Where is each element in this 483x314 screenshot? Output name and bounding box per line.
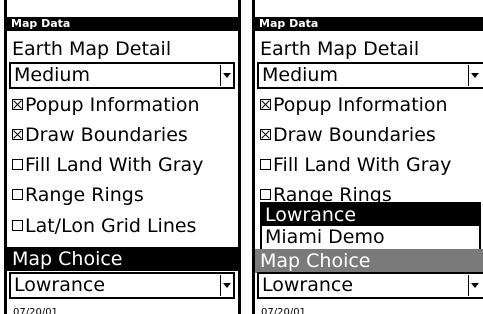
option-fill-land-with-gray[interactable]: Fill Land With Gray xyxy=(255,152,483,178)
option-label: Lat/Lon Grid Lines xyxy=(25,215,197,237)
checkbox-checked-icon[interactable] xyxy=(12,128,23,140)
map-choice-dropdown[interactable]: Lowrance xyxy=(9,272,235,299)
option-label: Draw Boundaries xyxy=(25,124,188,146)
chevron-down-icon[interactable] xyxy=(468,65,481,86)
option-draw-boundaries[interactable]: Draw Boundaries xyxy=(7,122,238,148)
option-range-rings[interactable]: Range Rings xyxy=(7,182,238,208)
option-label: Range Rings xyxy=(25,184,144,206)
chevron-down-icon[interactable] xyxy=(220,275,233,296)
option-draw-boundaries[interactable]: Draw Boundaries xyxy=(255,122,483,148)
earth-map-detail-value: Medium xyxy=(14,64,90,86)
option-label: Fill Land With Gray xyxy=(25,154,204,176)
map-choice-value: Lowrance xyxy=(14,274,106,296)
map-choice-dropdown[interactable]: Lowrance xyxy=(257,272,483,299)
option-popup-information[interactable]: Popup Information xyxy=(255,92,483,118)
chevron-down-icon[interactable] xyxy=(220,65,233,86)
option-label: Fill Land With Gray xyxy=(273,154,452,176)
map-choice-value: Lowrance xyxy=(262,274,354,296)
popup-option-lowrance[interactable]: Lowrance xyxy=(262,204,479,226)
checkbox-unchecked-icon[interactable] xyxy=(260,158,271,170)
map-choice-label[interactable]: Map Choice xyxy=(255,249,483,273)
window-title: Map Data xyxy=(255,17,483,31)
checkbox-unchecked-icon[interactable] xyxy=(12,158,23,170)
checkbox-checked-icon[interactable] xyxy=(12,98,23,110)
chevron-down-icon[interactable] xyxy=(468,275,481,296)
earth-map-detail-dropdown[interactable]: Medium xyxy=(9,62,235,89)
map-choice-label[interactable]: Map Choice xyxy=(7,247,238,271)
earth-map-detail-dropdown[interactable]: Medium xyxy=(257,62,483,89)
checkbox-unchecked-icon[interactable] xyxy=(260,188,271,200)
option-label: Draw Boundaries xyxy=(273,124,436,146)
option-popup-information[interactable]: Popup Information xyxy=(7,92,238,118)
earth-map-detail-value: Medium xyxy=(262,64,338,86)
window-title: Map Data xyxy=(7,17,238,31)
status-bar: 07/20/01 xyxy=(261,307,306,314)
map-data-panel-right: Map Data Earth Map Detail Medium Popup I… xyxy=(252,0,483,314)
option-fill-land-with-gray[interactable]: Fill Land With Gray xyxy=(7,152,238,178)
option-lat-lon-grid-lines[interactable]: Lat/Lon Grid Lines xyxy=(7,213,238,239)
earth-map-detail-label: Earth Map Detail xyxy=(260,38,420,60)
popup-option-miami-demo[interactable]: Miami Demo xyxy=(262,226,479,248)
status-bar: 07/20/01 xyxy=(13,307,58,314)
option-label: Popup Information xyxy=(25,94,200,116)
checkbox-checked-icon[interactable] xyxy=(260,128,271,140)
map-choice-popup-list[interactable]: Lowrance Miami Demo xyxy=(260,202,481,251)
option-label: Popup Information xyxy=(273,94,448,116)
checkbox-checked-icon[interactable] xyxy=(260,98,271,110)
checkbox-unchecked-icon[interactable] xyxy=(12,219,23,231)
checkbox-unchecked-icon[interactable] xyxy=(12,188,23,200)
earth-map-detail-label: Earth Map Detail xyxy=(12,38,172,60)
map-data-panel-left: Map Data Earth Map Detail Medium Popup I… xyxy=(4,0,241,314)
